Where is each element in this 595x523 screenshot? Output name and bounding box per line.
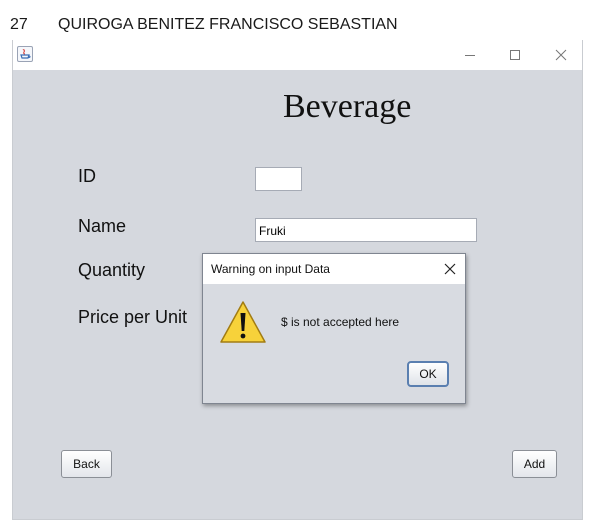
caption-name: QUIROGA BENITEZ FRANCISCO SEBASTIAN bbox=[58, 16, 398, 33]
dialog-close-button[interactable] bbox=[441, 260, 459, 278]
price-label: Price per Unit bbox=[78, 307, 188, 327]
id-label: ID bbox=[78, 166, 96, 186]
java-icon bbox=[17, 46, 33, 62]
add-button[interactable]: Add bbox=[512, 450, 557, 478]
quantity-label: Quantity bbox=[78, 260, 146, 280]
ok-button[interactable]: OK bbox=[407, 361, 449, 387]
caption-number: 27 bbox=[10, 16, 28, 33]
window-close-button[interactable] bbox=[549, 44, 573, 66]
minimize-icon bbox=[465, 55, 475, 56]
dialog-message: $ is not accepted here bbox=[281, 315, 400, 329]
window-titlebar bbox=[13, 40, 582, 70]
maximize-button[interactable] bbox=[503, 44, 527, 66]
id-input[interactable] bbox=[255, 167, 302, 191]
screenshot-caption: 27 QUIROGA BENITEZ FRANCISCO SEBASTIAN bbox=[10, 16, 398, 34]
warning-dialog: Warning on input Data $ is not accepted … bbox=[202, 253, 466, 404]
close-icon bbox=[444, 263, 456, 275]
dialog-title: Warning on input Data bbox=[211, 262, 330, 276]
close-icon bbox=[555, 49, 567, 61]
minimize-button[interactable] bbox=[458, 44, 482, 66]
dialog-titlebar: Warning on input Data bbox=[203, 254, 465, 284]
maximize-icon bbox=[510, 50, 520, 60]
back-button[interactable]: Back bbox=[61, 450, 112, 478]
warning-icon bbox=[219, 299, 267, 350]
name-input[interactable]: Fruki bbox=[255, 218, 477, 242]
name-label: Name bbox=[78, 216, 127, 236]
form-heading: Beverage bbox=[283, 88, 412, 125]
